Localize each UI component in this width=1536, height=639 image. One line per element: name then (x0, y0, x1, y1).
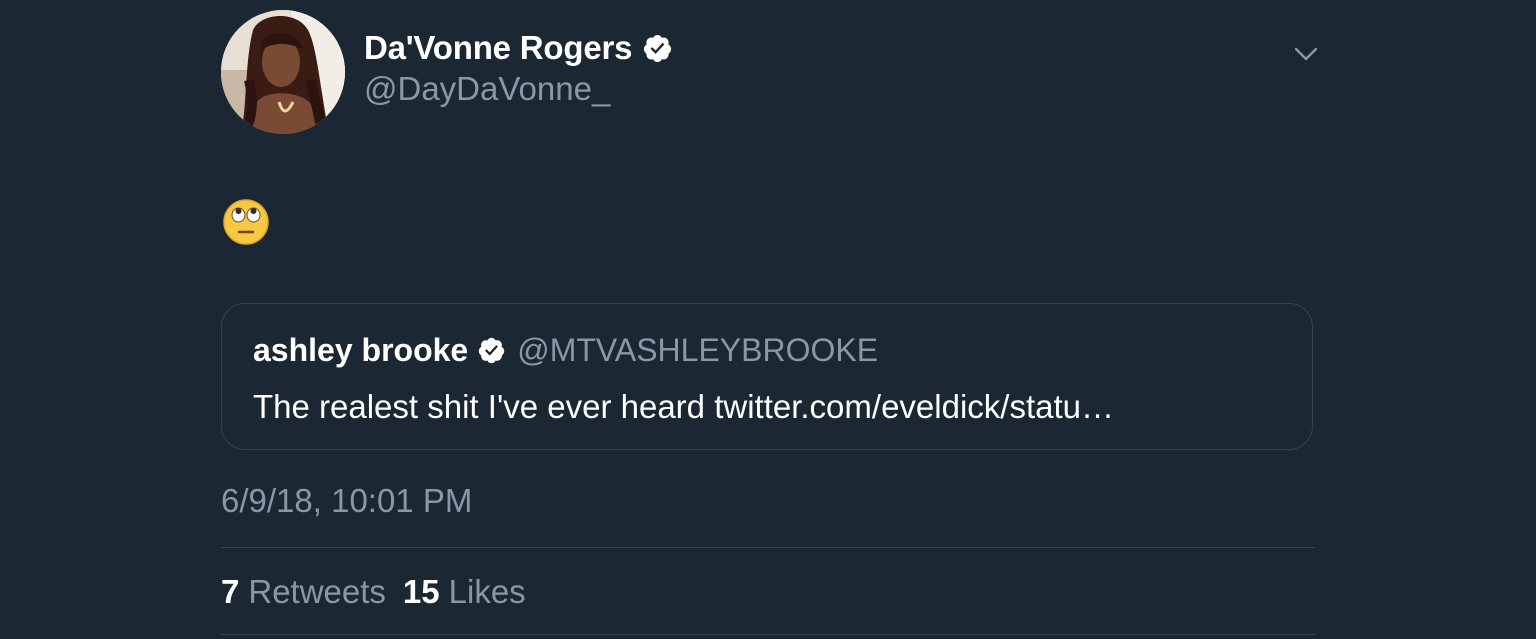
verified-badge-icon (644, 34, 672, 62)
quoted-tweet-header: ashley brooke @MTVASHLEYBROOKE (253, 330, 878, 370)
quoted-author-display-name: ashley brooke (253, 331, 469, 368)
likes-count: 15 (402, 573, 440, 610)
divider (221, 547, 1315, 548)
divider (221, 634, 1315, 635)
author-display-name[interactable]: Da'Vonne Rogers (364, 29, 632, 67)
tweet-text (222, 198, 270, 246)
chevron-down-icon (1294, 47, 1318, 61)
quoted-tweet-card[interactable]: ashley brooke @MTVASHLEYBROOKE The reale… (221, 303, 1313, 450)
tweet-stats: 7 Retweets 15 Likes (221, 572, 526, 612)
retweets-label: Retweets (248, 573, 386, 610)
retweets-count: 7 (221, 573, 240, 610)
face-with-rolling-eyes-icon (223, 199, 269, 245)
verified-badge-icon (479, 337, 505, 363)
avatar-photo-icon (221, 10, 345, 134)
quoted-author-handle: @MTVASHLEYBROOKE (517, 331, 879, 368)
author-avatar[interactable] (221, 10, 345, 134)
likes-label: Likes (448, 573, 526, 610)
quoted-tweet-text: The realest shit I've ever heard twitter… (253, 388, 1114, 425)
retweets-stat[interactable]: 7 Retweets (221, 573, 386, 611)
likes-stat[interactable]: 15 Likes (403, 573, 526, 611)
tweet-detail: Da'Vonne Rogers @DayDaVonne_ ashley broo… (0, 0, 1536, 639)
tweet-timestamp: 6/9/18, 10:01 PM (221, 482, 473, 519)
author-handle[interactable]: @DayDaVonne_ (364, 70, 610, 108)
tweet-menu-button[interactable] (1290, 40, 1322, 68)
author-name-row[interactable]: Da'Vonne Rogers (364, 26, 673, 70)
